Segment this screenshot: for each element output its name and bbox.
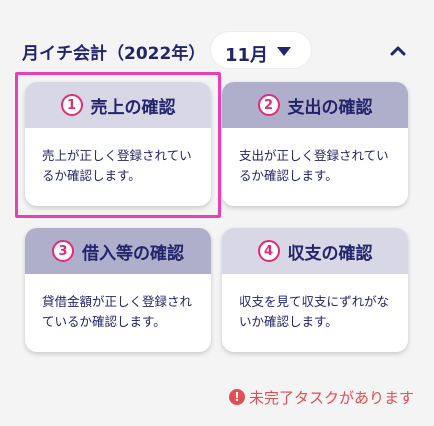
collapse-button[interactable] (384, 36, 412, 64)
task-card-description: 収支を見て収支にずれがないか確認します。 (239, 294, 390, 329)
step-number-badge: 4 (257, 240, 280, 262)
panel-header: 月イチ会計（2022年） 11月 (22, 28, 414, 72)
caret-down-icon (277, 47, 291, 56)
selection-highlight (15, 72, 221, 218)
task-card-description: 支出が正しく登録されているか確認します。 (239, 148, 389, 183)
warning-text: 未完了タスクがあります (248, 388, 414, 407)
task-card-header: 4 収支の確認 (222, 228, 408, 274)
month-select-value: 11月 (225, 45, 269, 66)
chevron-up-icon (390, 46, 406, 56)
task-card-loans[interactable]: 3 借入等の確認 貸借金額が正しく登録されているか確認します。 (25, 228, 211, 352)
task-card-title: 支出の確認 (287, 97, 373, 118)
exclamation-icon: ! (228, 389, 245, 405)
panel-title: 月イチ会計（2022年） (22, 44, 206, 64)
incomplete-tasks-warning: ! 未完了タスクがあります (228, 386, 414, 408)
month-select[interactable]: 11月 (210, 31, 312, 69)
step-number-badge: 3 (52, 240, 74, 262)
monthly-accounting-panel: 月イチ会計（2022年） 11月 1 売上の確認 売上が正しく登録されているか確… (0, 0, 434, 426)
task-card-title: 借入等の確認 (82, 243, 184, 264)
task-card-expenses[interactable]: 2 支出の確認 支出が正しく登録されているか確認します。 (222, 82, 408, 206)
task-card-balance[interactable]: 4 収支の確認 収支を見て収支にずれがないか確認します。 (222, 228, 408, 352)
task-card-header: 3 借入等の確認 (25, 228, 211, 274)
step-number-badge: 2 (257, 94, 280, 116)
task-card-header: 2 支出の確認 (222, 82, 408, 128)
task-card-title: 収支の確認 (287, 243, 373, 264)
task-card-description: 貸借金額が正しく登録されているか確認します。 (42, 294, 193, 329)
